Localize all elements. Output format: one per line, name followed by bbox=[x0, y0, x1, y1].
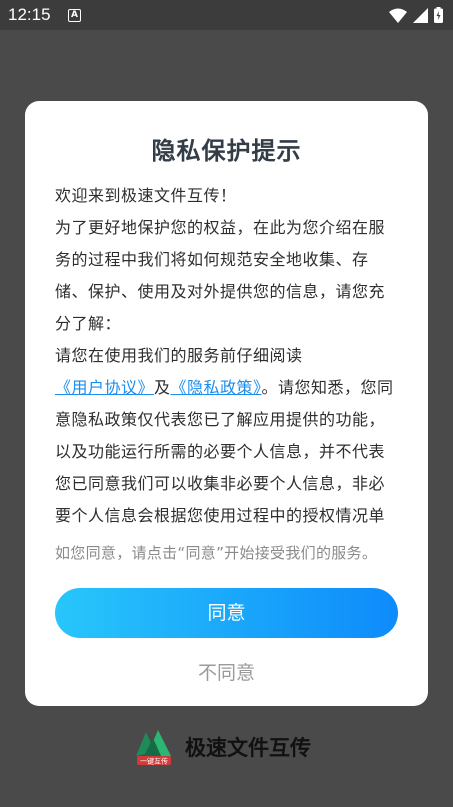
privacy-policy-link[interactable]: 《隐私政策》 bbox=[171, 378, 262, 397]
consent-note: 如您同意，请点击“同意”开始接受我们的服务。 bbox=[55, 544, 378, 562]
wifi-icon bbox=[389, 8, 407, 23]
status-bar: 12:15 A bbox=[0, 0, 453, 30]
and-text: 及 bbox=[154, 378, 171, 397]
read-suffix: 。请您知悉，您同意隐私政策仅代表您已了解应用提供的功能，以及功能运行所需的必要个… bbox=[55, 378, 394, 525]
disagree-button[interactable]: 不同意 bbox=[25, 658, 428, 685]
user-agreement-link[interactable]: 《用户协议》 bbox=[55, 378, 154, 397]
privacy-content[interactable]: 欢迎来到极速文件互传！ 为了更好地保护您的权益，在此为您介绍在服务的过程中我们将… bbox=[55, 180, 400, 526]
notification-a-icon: A bbox=[68, 9, 81, 22]
cell-signal-icon bbox=[413, 7, 428, 23]
app-name: 极速文件互传 bbox=[185, 736, 311, 760]
welcome-text: 欢迎来到极速文件互传！ bbox=[55, 186, 237, 205]
read-paragraph: 请您在使用我们的服务前仔细阅读《用户协议》及《隐私政策》。请您知悉，您同意隐私政… bbox=[55, 340, 400, 526]
status-icons bbox=[389, 7, 443, 23]
dialog-title: 隐私保护提示 bbox=[151, 137, 302, 165]
privacy-dialog: 隐私保护提示 欢迎来到极速文件互传！ 为了更好地保护您的权益，在此为您介绍在服务… bbox=[25, 101, 428, 706]
battery-charging-icon bbox=[434, 7, 443, 23]
app-logo-icon: 一键互传 bbox=[136, 730, 171, 766]
intro-text: 为了更好地保护您的权益，在此为您介绍在服务的过程中我们将如何规范安全地收集、存储… bbox=[55, 218, 386, 333]
agree-button[interactable]: 同意 bbox=[55, 588, 398, 638]
status-time: 12:15 bbox=[8, 5, 51, 24]
app-logo-text: 一键互传 bbox=[140, 757, 168, 766]
read-prefix: 请您在使用我们的服务前仔细阅读 bbox=[55, 346, 303, 365]
app-brand: 一键互传 极速文件互传 bbox=[133, 725, 311, 769]
